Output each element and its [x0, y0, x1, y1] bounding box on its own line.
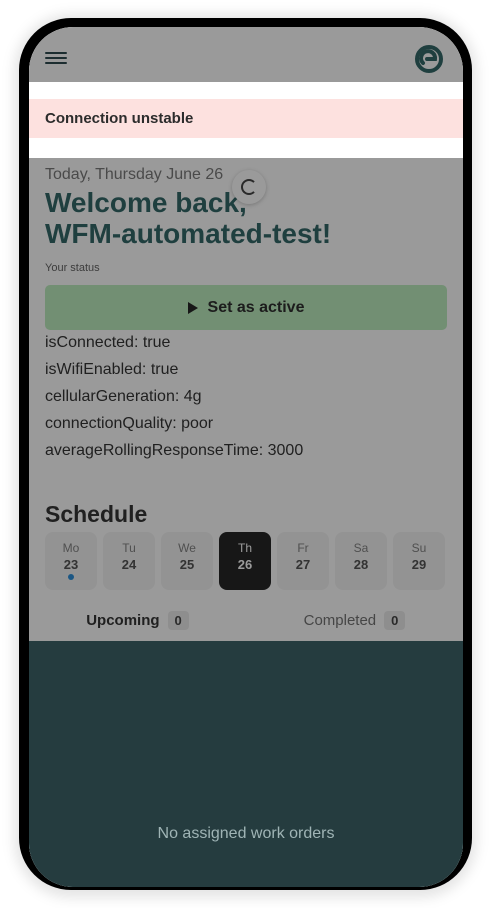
device-frame: Today, Thursday June 26 Welcome back, WF…: [19, 18, 472, 890]
connection-unstable-message: Connection unstable: [29, 99, 463, 138]
connection-banner: Connection unstable: [29, 82, 463, 158]
empty-state-message: No assigned work orders: [157, 825, 335, 842]
device-screen: Today, Thursday June 26 Welcome back, WF…: [29, 27, 463, 887]
